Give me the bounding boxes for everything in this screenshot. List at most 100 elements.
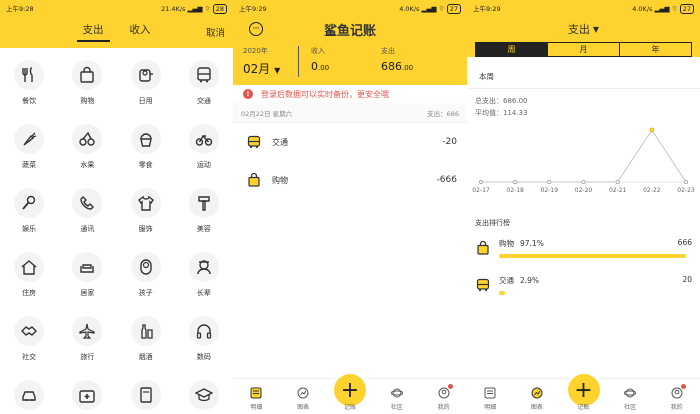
status-bar: 上午9:28 21.4K/s ▂▄▆ ⌔ 28 — [0, 0, 233, 16]
chart-point[interactable] — [547, 180, 552, 184]
tab-expense[interactable]: 支出 — [76, 22, 110, 42]
category-item[interactable]: 运动 — [175, 124, 233, 170]
category-item[interactable]: 零食 — [117, 124, 175, 170]
ranking-row[interactable]: 购物 97.1% 666 — [475, 238, 692, 268]
menu-icon[interactable]: ··· — [249, 22, 263, 36]
add-record-label: 记账 — [577, 404, 590, 411]
record-row[interactable]: 购物 -666 — [233, 161, 467, 199]
chart-tick-label: 02-21 — [609, 187, 627, 194]
category-item[interactable]: 医疗 — [58, 380, 116, 414]
income-decimals: .00 — [318, 64, 330, 72]
battery-level: 27 — [679, 3, 694, 14]
tab-chart[interactable]: 图表 — [522, 386, 552, 411]
ranking-title: 支出排行榜 — [475, 219, 510, 227]
chart-point[interactable] — [581, 180, 586, 184]
tab-profile[interactable]: 我的 — [429, 384, 459, 411]
segment-week[interactable]: 周 — [476, 43, 548, 56]
status-time: 上午9:28 — [6, 5, 34, 13]
period-label[interactable]: 本周 — [467, 65, 700, 89]
category-item[interactable]: 数码 — [175, 316, 233, 362]
chart-point[interactable] — [684, 180, 688, 184]
category-item[interactable]: 长辈 — [175, 252, 233, 298]
category-item[interactable]: 书籍 — [117, 380, 175, 414]
month-picker[interactable]: 02月 ▼ — [243, 60, 298, 77]
category-label: 旅行 — [80, 353, 95, 361]
ranking-bar — [499, 254, 687, 258]
category-label: 娱乐 — [22, 225, 37, 233]
battery-level: 28 — [212, 3, 227, 14]
category-item[interactable]: 交通 — [175, 60, 233, 106]
chart-tick-label: 02-22 — [643, 187, 661, 194]
category-item[interactable]: 住房 — [0, 252, 58, 298]
category-item[interactable]: 水果 — [58, 124, 116, 170]
tshirt-icon — [130, 188, 161, 218]
segment-year[interactable]: 年 — [620, 43, 691, 56]
category-item[interactable]: 美容 — [175, 188, 233, 234]
detail-screen: 上午9:29 4.0K/s ▂▄▆ ⌔ 27 ··· 鲨鱼记账 2020年 02… — [233, 0, 467, 414]
category-item[interactable]: 汽车 — [0, 380, 58, 414]
chart-point[interactable] — [479, 180, 483, 184]
status-bar: 上午9:29 4.0K/s ▂▄▆ ⌔ 27 — [233, 0, 467, 16]
category-item[interactable]: 居家 — [58, 252, 116, 298]
category-item[interactable]: 通讯 — [58, 188, 116, 234]
chart-tick-label: 02-17 — [472, 187, 490, 194]
list-icon — [249, 386, 263, 400]
category-item[interactable]: 学习 — [175, 380, 233, 414]
chart-screen: 上午9:29 4.0K/s ▂▄▆ ⌔ 27 支出 ▼ 周 月 年 本周 总支出… — [467, 0, 700, 414]
category-item[interactable]: 餐饮 — [0, 60, 58, 106]
status-time: 上午9:29 — [239, 5, 267, 13]
tab-label: 图表 — [297, 404, 310, 411]
category-label: 烟酒 — [138, 353, 153, 361]
chart-tick-label: 02-19 — [541, 187, 559, 194]
ranking-amount: 666 — [677, 238, 692, 247]
tab-details[interactable]: 明细 — [241, 386, 271, 411]
category-item[interactable]: 娱乐 — [0, 188, 58, 234]
chart-point[interactable] — [649, 127, 655, 133]
cherry-icon — [72, 124, 103, 154]
category-item[interactable]: 孩子 — [117, 252, 175, 298]
status-net: 21.4K/s — [161, 4, 186, 13]
ranking-row[interactable]: 交通 2.9% 20 — [475, 275, 692, 305]
tab-label: 明细 — [250, 404, 263, 411]
tab-profile[interactable]: 我的 — [662, 384, 692, 411]
category-item[interactable]: 日用 — [117, 60, 175, 106]
category-item[interactable]: 社交 — [0, 316, 58, 362]
chart-line — [481, 129, 687, 183]
total-expense: 总支出：686.00 — [475, 97, 528, 105]
ranking-bar — [499, 291, 505, 295]
category-item[interactable]: 购物 — [58, 60, 116, 106]
month-value: 02月 — [243, 62, 271, 76]
bottom-tabbar: 明细 图表 . 社区 我的 + 记账 — [467, 374, 700, 414]
add-record-label: 记账 — [343, 404, 357, 411]
tab-community[interactable]: 社区 — [382, 386, 412, 411]
tab-details[interactable]: 明细 — [475, 386, 505, 411]
category-item[interactable]: 烟酒 — [117, 316, 175, 362]
record-row[interactable]: 交通 -20 — [233, 123, 467, 161]
cancel-button[interactable]: 取消 — [206, 25, 225, 39]
bottle-icon — [130, 316, 161, 346]
tab-income[interactable]: 收入 — [130, 22, 151, 42]
ranking-name: 购物 — [499, 239, 514, 248]
category-label: 购物 — [80, 97, 95, 105]
chart-icon — [296, 386, 310, 400]
type-dropdown[interactable]: 支出 ▼ — [467, 16, 700, 42]
day-header: 02月22日 星期六 支出：686 — [233, 103, 467, 123]
bus-icon — [475, 277, 491, 293]
login-banner[interactable]: ! 登录后数据可以实时备份，更安全哦 — [233, 85, 467, 103]
segment-month[interactable]: 月 — [548, 43, 620, 56]
chart-point[interactable] — [513, 180, 518, 184]
bottom-tabbar: 明细 图表 . 社区 我的 + 记账 — [233, 374, 467, 414]
microphone-icon — [14, 188, 45, 218]
category-item[interactable]: 服饰 — [117, 188, 175, 234]
category-grid: 餐饮 购物 日用 交通蔬菜 水果 零食 运动娱乐 通讯 服饰 美容住房 居家 孩子 长辈社交 旅行 烟酒 数码… — [0, 48, 233, 414]
book-icon — [130, 380, 161, 410]
category-label: 日用 — [138, 97, 153, 105]
toilet-paper-icon — [130, 60, 161, 90]
average-value: 平均值：114.33 — [475, 109, 528, 117]
tab-community[interactable]: 社区 — [615, 386, 645, 411]
category-item[interactable]: 蔬菜 — [0, 124, 58, 170]
tab-chart[interactable]: 图表 — [288, 386, 318, 411]
chart-icon — [530, 386, 544, 400]
category-item[interactable]: 旅行 — [58, 316, 116, 362]
chart-point[interactable] — [615, 180, 620, 184]
